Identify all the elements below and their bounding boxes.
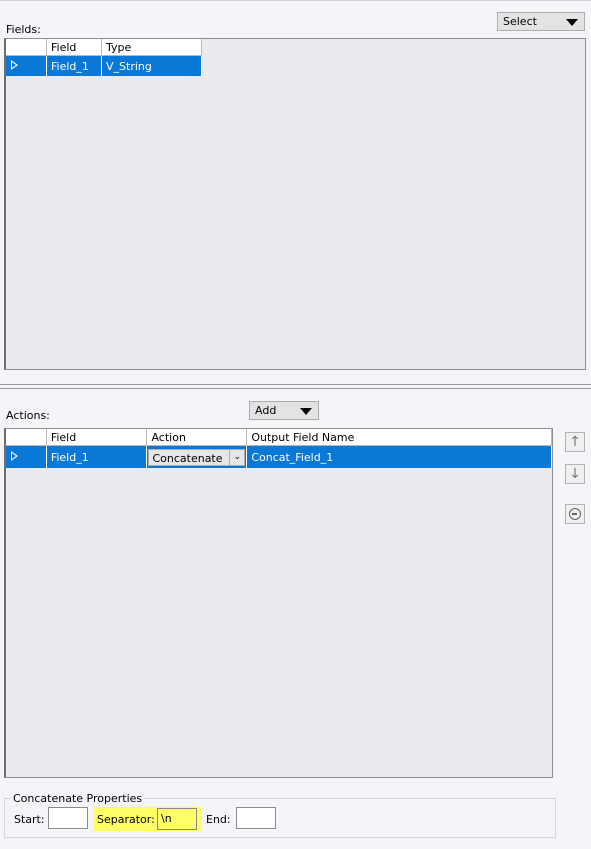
cell-action[interactable]: Concatenate ⌄ (146, 445, 248, 468)
start-input[interactable] (48, 807, 88, 829)
cell-field[interactable]: Field_1 (46, 55, 102, 76)
select-dropdown[interactable]: Select (497, 12, 585, 31)
cell-type[interactable]: V_String (101, 55, 202, 76)
table-row[interactable]: Field_1 Concatenate ⌄ Concat_Field_1 (6, 445, 552, 468)
row-selector[interactable] (6, 445, 47, 468)
separator-value: \n (161, 812, 172, 825)
properties-title: Concatenate Properties (11, 792, 145, 805)
end-label: End: (206, 813, 231, 826)
arrow-up-icon: ↑ (569, 434, 581, 450)
fields-header-row: Field Type (6, 39, 202, 56)
chevron-down-icon[interactable]: ⌄ (229, 449, 244, 465)
remove-icon (569, 508, 581, 520)
fields-col-field[interactable]: Field (46, 39, 102, 56)
action-value: Concatenate (152, 451, 223, 465)
actions-col-field[interactable]: Field (46, 429, 148, 446)
fields-table: Field Type Field_1 V_String (6, 39, 202, 76)
row-selector[interactable] (6, 55, 47, 76)
cell-field[interactable]: Field_1 (46, 445, 148, 468)
current-row-icon (11, 450, 18, 461)
select-dropdown-label: Select (503, 15, 537, 28)
fields-label: Fields: (6, 23, 41, 36)
actions-label: Actions: (6, 409, 50, 422)
move-up-button[interactable]: ↑ (565, 432, 585, 452)
actions-grid[interactable]: Field Action Output Field Name Field_1 C… (4, 428, 553, 778)
splitter[interactable] (0, 384, 591, 389)
actions-table: Field Action Output Field Name Field_1 C… (6, 429, 552, 468)
separator-input[interactable]: \n (157, 808, 197, 830)
move-down-button[interactable]: ↓ (565, 464, 585, 484)
actions-header-row: Field Action Output Field Name (6, 429, 552, 446)
remove-button[interactable] (565, 504, 585, 524)
chevron-down-icon (566, 19, 578, 26)
end-input[interactable] (236, 807, 276, 829)
current-row-icon (11, 59, 18, 70)
actions-col-action[interactable]: Action (146, 429, 248, 446)
add-dropdown[interactable]: Add (249, 401, 319, 420)
add-dropdown-label: Add (255, 404, 277, 417)
fields-col-type[interactable]: Type (101, 39, 202, 56)
fields-grid[interactable]: Field Type Field_1 V_String (4, 38, 586, 370)
arrow-down-icon: ↓ (569, 466, 581, 482)
row-header-corner (6, 39, 47, 56)
table-row[interactable]: Field_1 V_String (6, 55, 202, 76)
start-label: Start: (14, 813, 45, 826)
row-header-corner (6, 429, 47, 446)
top-divider (0, 0, 591, 1)
action-combobox[interactable]: Concatenate ⌄ (148, 448, 246, 466)
actions-col-output[interactable]: Output Field Name (246, 429, 552, 446)
chevron-down-icon (300, 408, 312, 415)
separator-label: Separator: (97, 813, 155, 826)
cell-output[interactable]: Concat_Field_1 (246, 445, 552, 468)
